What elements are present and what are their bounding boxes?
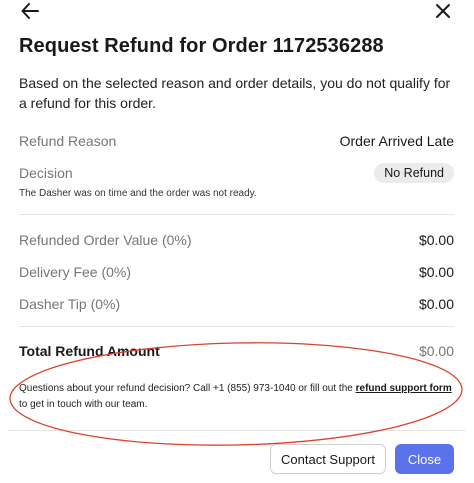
refund-ineligible-message: Based on the selected reason and order d… (19, 75, 451, 111)
close-icon (436, 4, 450, 18)
line-item-value: $0.00 (418, 296, 454, 312)
arrow-left-icon (21, 3, 39, 19)
line-item-dasher-tip: Dasher Tip (0%) $0.00 (19, 294, 454, 314)
support-note-text: Questions about your refund decision? Ca… (19, 383, 356, 394)
modal-title: Request Refund for Order 1172536288 (19, 35, 384, 57)
line-item-label: Delivery Fee (0%) (19, 264, 132, 280)
line-item-value: $0.00 (418, 264, 454, 280)
total-refund-value: $0.00 (418, 343, 454, 359)
line-item-label: Refunded Order Value (0%) (19, 232, 192, 248)
decision-label: Decision (19, 165, 73, 181)
refund-support-form-link[interactable]: refund support form (356, 383, 452, 394)
line-item-label: Dasher Tip (0%) (19, 296, 121, 312)
total-refund-label: Total Refund Amount (19, 343, 160, 359)
decision-note: The Dasher was on time and the order was… (19, 188, 257, 199)
divider (19, 326, 454, 327)
footer-divider (8, 430, 466, 431)
refund-reason-value: Order Arrived Late (339, 133, 454, 149)
back-button[interactable] (16, 0, 44, 22)
close-modal-button[interactable]: Close (395, 444, 454, 474)
line-item-delivery-fee: Delivery Fee (0%) $0.00 (19, 262, 454, 282)
line-item-value: $0.00 (418, 232, 454, 248)
total-refund-row: Total Refund Amount $0.00 (19, 341, 454, 361)
refund-reason-row: Refund Reason Order Arrived Late (19, 131, 454, 151)
refund-reason-label: Refund Reason (19, 133, 117, 149)
line-item-order-value: Refunded Order Value (0%) $0.00 (19, 230, 454, 250)
support-note: Questions about your refund decision? Ca… (19, 381, 459, 413)
close-button[interactable] (429, 0, 457, 22)
support-note-text-end: to get in touch with our team. (19, 399, 148, 410)
divider (19, 214, 454, 215)
decision-row: Decision No Refund (19, 162, 454, 184)
contact-support-button[interactable]: Contact Support (270, 444, 386, 474)
decision-badge: No Refund (374, 163, 454, 183)
